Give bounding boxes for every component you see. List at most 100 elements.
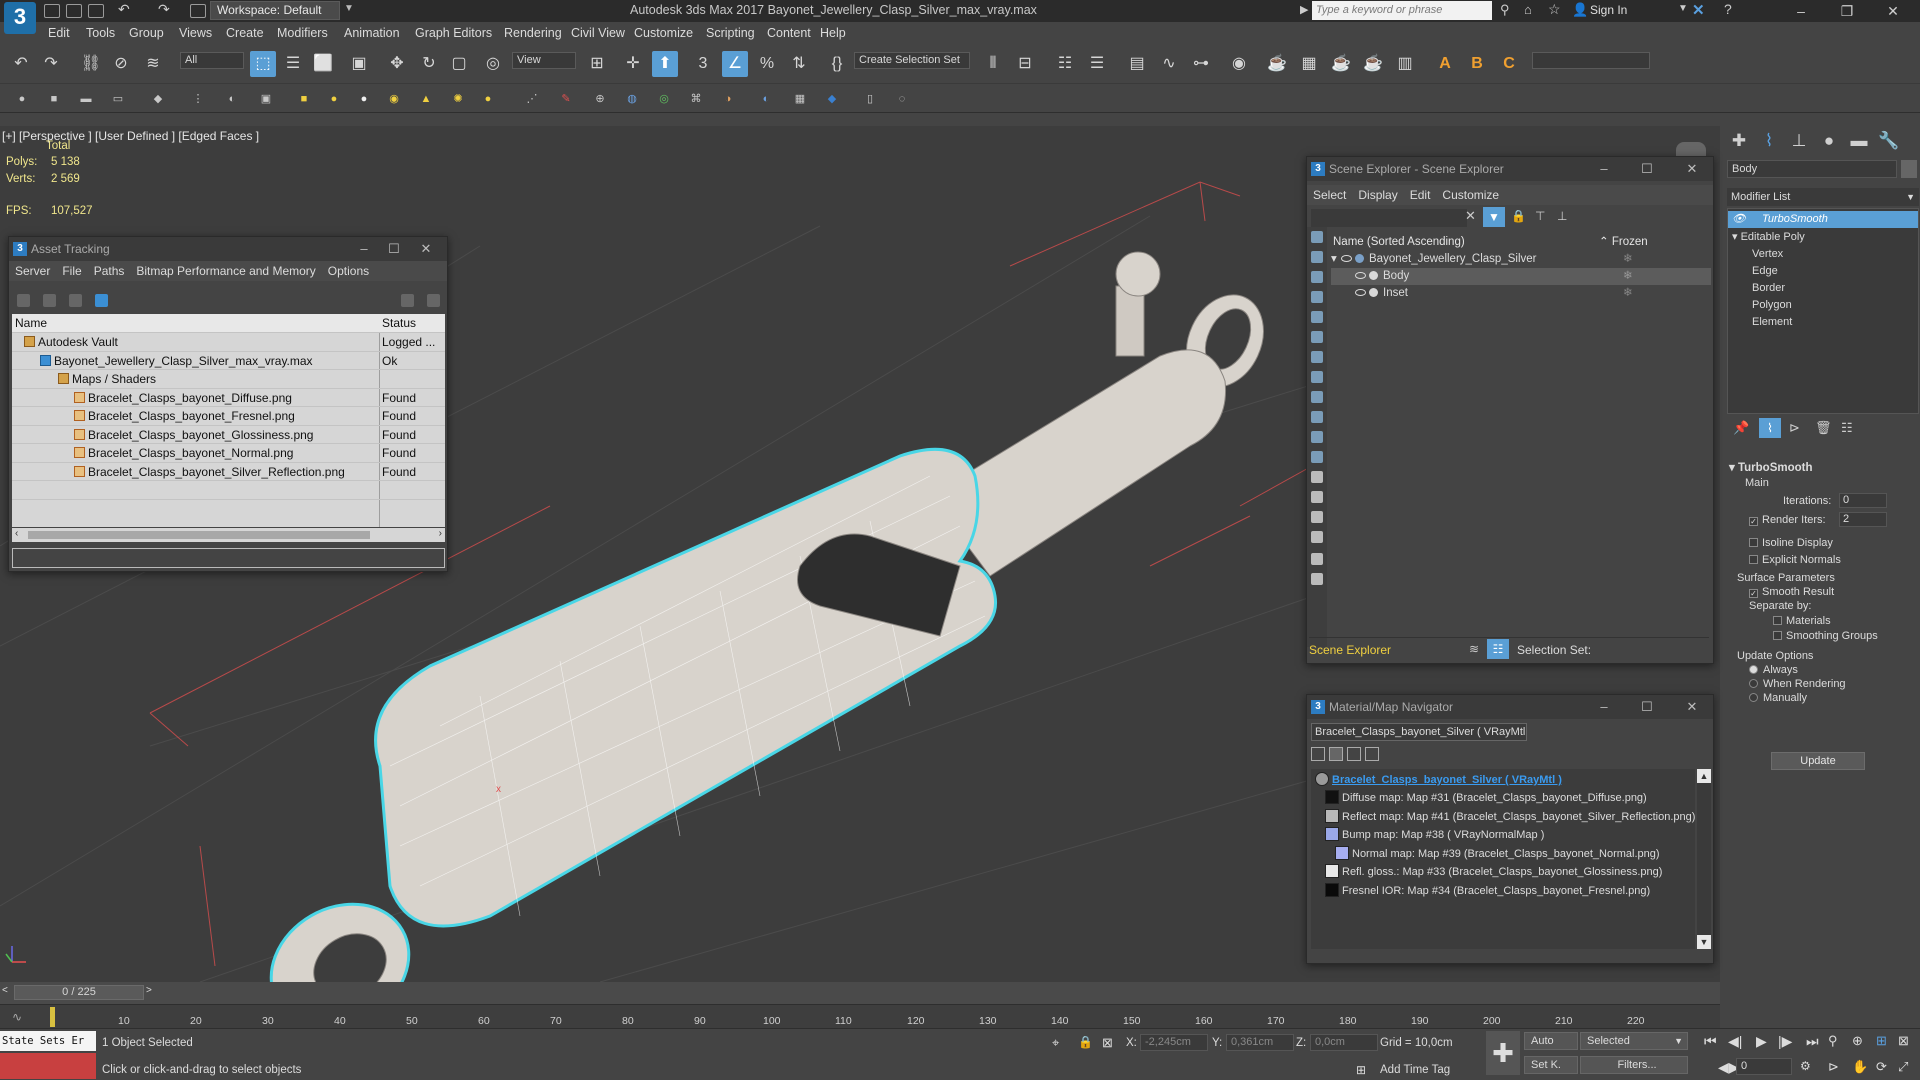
time-slider[interactable]: < 0 / 225 > (0, 982, 1720, 1004)
selection-set-icon[interactable]: ☷ (1487, 639, 1509, 659)
view-icon[interactable] (43, 294, 56, 307)
play-icon[interactable]: ▶ (1756, 1033, 1767, 1050)
rollout-header[interactable]: ▾ TurboSmooth (1729, 460, 1813, 474)
asset-tracking-title-bar[interactable]: 3 Asset Tracking – ☐ ✕ (9, 237, 447, 261)
when-rendering-radio[interactable]: When Rendering (1749, 678, 1846, 690)
align-icon[interactable]: ⊟ (1012, 51, 1038, 77)
rectangular-selection-icon[interactable]: ⬜ (310, 51, 336, 77)
menu-group[interactable]: Group (129, 26, 164, 40)
stack-item[interactable]: Vertex (1752, 246, 1783, 263)
snaps-toggle-icon[interactable]: 3 (690, 51, 716, 77)
tool-icon[interactable]: ⋰ (524, 91, 540, 107)
filter-spacewarps-icon[interactable] (1311, 331, 1323, 343)
exchange-apps-icon[interactable]: ✕ (1692, 1, 1705, 19)
schematic-view-icon[interactable]: ⊶ (1188, 51, 1214, 77)
filter-cameras-icon[interactable] (1311, 291, 1323, 303)
vertical-scrollbar[interactable]: ▲ ▼ (1697, 769, 1711, 949)
help-icon[interactable] (401, 294, 414, 307)
tree-item[interactable]: Inset ❄ (1331, 285, 1711, 302)
spinner-snap-icon[interactable]: ⇅ (786, 51, 812, 77)
open-file-icon[interactable] (66, 4, 82, 18)
x-coordinate-field[interactable]: -2,245cm (1140, 1034, 1208, 1051)
bind-space-warp-icon[interactable]: ≋ (140, 51, 166, 77)
minimize-button[interactable]: – (1784, 0, 1818, 22)
explicit-normals-checkbox[interactable]: Explicit Normals (1749, 554, 1841, 566)
filter-groups-icon[interactable] (1311, 351, 1323, 363)
filter-containers-icon[interactable] (1311, 411, 1323, 423)
menu-customize[interactable]: Customize (634, 26, 693, 40)
object-color-swatch[interactable] (1901, 160, 1917, 178)
freeze-icon[interactable]: ❄ (1623, 285, 1633, 302)
extra-dropdown[interactable] (1532, 52, 1650, 69)
scrollbar-thumb[interactable] (28, 531, 370, 539)
z-coordinate-field[interactable]: 0,0cm (1310, 1034, 1378, 1051)
clasp-pin[interactable] (1115, 251, 1161, 357)
menu-content[interactable]: Content (767, 26, 811, 40)
y-coordinate-field[interactable]: 0,361cm (1226, 1034, 1294, 1051)
render-activeshade-icon[interactable]: ▥ (1392, 51, 1418, 77)
isolate-selection-icon[interactable]: ⌖ (1052, 1035, 1059, 1051)
absolute-mode-icon[interactable]: ⊠ (1102, 1035, 1113, 1051)
tool-icon[interactable]: ◎ (656, 91, 672, 107)
table-row[interactable]: Bayonet_Jewellery_Clasp_Silver_max_vray.… (12, 352, 445, 370)
table-row[interactable]: Bracelet_Clasps_bayonet_Normal.png Found (12, 444, 445, 463)
view-icon[interactable] (17, 294, 30, 307)
tool-icon[interactable]: ▭ (110, 91, 126, 107)
close-button[interactable]: ✕ (1677, 157, 1707, 181)
chevron-down-icon[interactable]: ▼ (1697, 935, 1711, 949)
filter-lights-icon[interactable] (1311, 271, 1323, 283)
time-tag-icon[interactable]: ⊞ (1356, 1063, 1366, 1077)
menu-views[interactable]: Views (179, 26, 212, 40)
material-navigator-title-bar[interactable]: 3 Material/Map Navigator – ☐ ✕ (1307, 695, 1713, 719)
scale-icon[interactable]: ▢ (446, 51, 472, 77)
project-folder-icon[interactable] (190, 4, 206, 18)
text-tool-b-icon[interactable]: B (1464, 51, 1490, 77)
table-row[interactable]: Maps / Shaders (12, 370, 445, 389)
named-selection-dropdown[interactable]: Create Selection Set (854, 52, 970, 69)
stack-item-selected[interactable]: 👁 TurboSmooth (1728, 211, 1918, 228)
save-file-icon[interactable] (88, 4, 104, 18)
tree-item-selected[interactable]: Body ❄ (1331, 268, 1711, 285)
tool-icon[interactable]: ⋮ (190, 91, 206, 107)
named-selection-icon[interactable]: {} (824, 51, 850, 77)
scene-explorer-toolbar-icon[interactable]: ☷ (1052, 51, 1078, 77)
zoom-extents-icon[interactable]: ⊞ (1876, 1033, 1887, 1049)
eye-icon[interactable] (1341, 255, 1352, 263)
light-icon[interactable]: ✺ (450, 91, 466, 107)
checkbox[interactable] (1749, 555, 1758, 564)
binoculars-icon[interactable]: ⚲ (1500, 2, 1510, 18)
tool-icon[interactable]: ◆ (150, 91, 166, 107)
menu-edit[interactable]: Edit (1410, 188, 1431, 202)
table-row[interactable]: Autodesk Vault Logged ... (12, 333, 445, 352)
viewport-label[interactable]: [+] [Perspective ] [User Defined ] [Edge… (2, 129, 259, 143)
unlink-icon[interactable]: ⊘ (108, 51, 134, 77)
communication-icon[interactable]: ⌂ (1524, 2, 1532, 17)
radio[interactable] (1749, 679, 1758, 688)
close-button[interactable]: ✕ (1677, 695, 1707, 719)
show-end-result-icon[interactable]: ⌇ (1759, 418, 1781, 438)
camera-icon[interactable]: ● (480, 91, 496, 107)
smooth-result-checkbox[interactable]: ✓ Smooth Result (1749, 586, 1834, 598)
hierarchy-icon[interactable]: ⊤ (1535, 209, 1545, 223)
zoom-icon[interactable]: ⚲ (1828, 1033, 1838, 1049)
select-manipulate-icon[interactable]: ✛ (620, 51, 646, 77)
stack-item[interactable]: Border (1752, 280, 1785, 297)
stack-item[interactable]: Edge (1752, 263, 1778, 280)
toggle-ribbon-icon[interactable]: ▤ (1124, 51, 1150, 77)
auto-key-button[interactable]: Auto (1524, 1032, 1578, 1050)
checkbox[interactable] (1773, 616, 1782, 625)
undo-icon[interactable]: ↶ (118, 1, 130, 18)
field-of-view-icon[interactable]: ⊳ (1828, 1059, 1839, 1075)
settings-icon[interactable] (427, 294, 440, 307)
selection-filter-dropdown[interactable]: All (180, 52, 244, 69)
reference-coordinate-dropdown[interactable]: View (512, 52, 576, 69)
freeze-icon[interactable]: ❄ (1623, 268, 1633, 285)
clasp-body[interactable] (374, 447, 998, 928)
app-logo-icon[interactable]: 3 (4, 2, 36, 34)
expand-icon[interactable]: ▾ (1331, 251, 1337, 268)
pivot-center-icon[interactable]: ⊞ (584, 51, 610, 77)
iterations-spinner[interactable]: 0 (1839, 493, 1887, 508)
zoom-extents-all-icon[interactable]: ⊠ (1898, 1033, 1909, 1049)
menu-graph-editors[interactable]: Graph Editors (415, 26, 492, 40)
column-header-status[interactable]: Status (382, 314, 442, 333)
